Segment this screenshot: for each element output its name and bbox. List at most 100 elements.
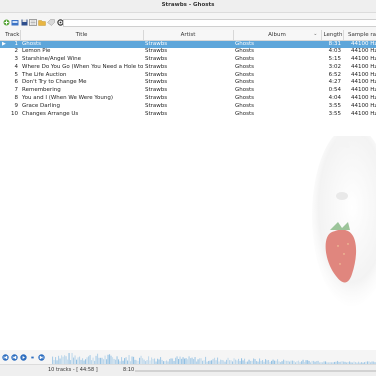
column-header-length[interactable]: Length [321, 30, 344, 41]
cell-album: Ghosts [235, 79, 255, 86]
cell-rate: 44100 Hz [351, 71, 376, 78]
visualizer-bar [104, 355, 106, 364]
cell-rate: 44100 Hz [351, 87, 376, 94]
table-row[interactable]: 3 Starshine/Angel Wine Strawbs Ghosts 5:15 44… [0, 56, 376, 64]
play-icon[interactable] [19, 353, 27, 361]
cell-title: Remembering [22, 87, 61, 94]
cell-rate: 44100 Hz [351, 110, 376, 117]
cell-album: Ghosts [235, 63, 255, 70]
cell-rate: 44100 Hz [351, 79, 376, 86]
visualizer-bar [205, 356, 207, 364]
visualizer-bar [182, 357, 184, 364]
visualizer-bar [160, 357, 162, 364]
now-playing-icon: ▶ [2, 40, 6, 47]
cell-track: 5 [14, 71, 19, 78]
visualizer-bar [52, 356, 54, 364]
table-row[interactable]: 9 Grace Darling Strawbs Ghosts 3:55 44100 Hz [0, 103, 376, 111]
visualizer-bar [62, 356, 64, 364]
save-icon[interactable] [20, 19, 28, 27]
table-row[interactable]: ▶ 1 Ghosts Strawbs Ghosts 8:31 44100 Hz [0, 40, 376, 49]
cell-length: 0:54 [328, 87, 341, 94]
table-row[interactable]: 4 Where Do You Go (When You Need a Hole t… [0, 64, 376, 72]
cell-album: Ghosts [235, 102, 255, 109]
cell-album: Ghosts [235, 56, 255, 63]
folder-icon[interactable] [38, 19, 46, 27]
visualizer-bar [110, 355, 112, 364]
cell-album: Ghosts [235, 110, 255, 117]
visualizer-bar [95, 355, 97, 364]
visualizer-bar [128, 355, 130, 364]
cell-length: 5:15 [328, 56, 341, 63]
status-bar: 10 tracks - [ 44:58 ] 8:10 [0, 364, 376, 376]
cell-artist: Strawbs [145, 87, 168, 94]
column-header-album[interactable]: Album ⌄ [233, 30, 322, 41]
pause-icon[interactable] [28, 353, 36, 361]
cell-title: Lemon Pie [22, 48, 51, 55]
spectrum-visualizer[interactable] [52, 351, 376, 364]
tag-icon[interactable] [47, 19, 55, 27]
visualizer-bar [116, 356, 118, 364]
cell-album: Ghosts [235, 71, 255, 78]
playlist-view[interactable]: Track Title Artist Album ⌄ Length Sample … [0, 30, 376, 350]
visualizer-bar [55, 357, 57, 364]
visualizer-bar [121, 357, 123, 364]
window-title: Strawbs - Ghosts [0, 0, 376, 13]
table-row[interactable]: 5 The Life Auction Strawbs Ghosts 6:52 44100 … [0, 72, 376, 80]
column-header-track[interactable]: Track [0, 30, 21, 41]
cell-track: ▶ 1 [0, 40, 20, 49]
visualizer-bar [64, 355, 66, 364]
cell-length: 3:02 [328, 63, 341, 70]
visualizer-bar [88, 356, 90, 364]
cell-title: You and I (When We Were Young) [22, 95, 114, 102]
visualizer-bar [148, 356, 150, 364]
visualizer-bar [74, 355, 76, 364]
visualizer-bar [131, 356, 133, 364]
visualizer-bar [179, 356, 181, 364]
cell-title: Ghosts [20, 40, 143, 49]
cell-length: 6:52 [328, 71, 341, 78]
cell-album: Ghosts [233, 40, 321, 49]
cell-artist: Strawbs [145, 102, 168, 109]
stop-icon[interactable] [10, 353, 18, 361]
search-field[interactable] [63, 19, 376, 27]
column-header-artist[interactable]: Artist [143, 30, 234, 41]
visualizer-bar [125, 357, 127, 364]
visualizer-bar [107, 354, 109, 364]
track-count-label: 10 tracks - [ 44:58 ] [48, 367, 98, 373]
cell-length: 4:27 [328, 79, 341, 86]
table-row[interactable]: 7 Remembering Strawbs Ghosts 0:54 44100 Hz [0, 87, 376, 95]
visualizer-bar [68, 353, 70, 364]
table-row[interactable]: 2 Lemon Pie Strawbs Ghosts 4:03 44100 Hz [0, 48, 376, 56]
open-icon[interactable] [11, 19, 19, 27]
cell-artist: Strawbs [145, 110, 168, 117]
add-icon[interactable] [2, 19, 10, 27]
table-row[interactable]: 6 Don't Try to Change Me Strawbs Ghosts 4:27… [0, 79, 376, 87]
cell-rate: 44100 Hz [351, 63, 376, 70]
table-row[interactable]: 8 You and I (When We Were Young) Strawbs Gh… [0, 95, 376, 103]
table-row[interactable]: 10 Changes Arrange Us Strawbs Ghosts 3:55 441… [0, 111, 376, 119]
cell-artist: Strawbs [143, 40, 233, 49]
cell-length: 4:04 [328, 95, 341, 102]
seek-bar[interactable] [135, 370, 376, 372]
strawberry-background-art [312, 136, 376, 306]
playlist-icon[interactable] [29, 19, 37, 27]
visualizer-bar [79, 356, 81, 364]
search-input[interactable] [64, 21, 376, 27]
cell-title: Changes Arrange Us [22, 110, 79, 117]
current-position-label: 8:10 [123, 367, 135, 373]
cell-track: 2 [14, 48, 19, 55]
cell-track: 10 [11, 110, 18, 117]
cell-length: 3:55 [328, 102, 341, 109]
prev-icon[interactable] [1, 353, 9, 361]
visualizer-bar [109, 354, 111, 364]
column-header-sample-rate[interactable]: Sample rate [343, 30, 376, 41]
column-header-title[interactable]: Title [20, 30, 144, 41]
cell-title: Starshine/Angel Wine [22, 56, 81, 63]
cell-title: The Life Auction [22, 71, 67, 78]
table-header: Track Title Artist Album ⌄ Length Sample … [0, 30, 376, 41]
next-icon[interactable] [37, 353, 45, 361]
visualizer-bar [71, 352, 73, 364]
cell-artist: Strawbs [145, 48, 168, 55]
track-number: 1 [14, 40, 19, 47]
cell-rate: 44100 Hz [351, 95, 376, 102]
